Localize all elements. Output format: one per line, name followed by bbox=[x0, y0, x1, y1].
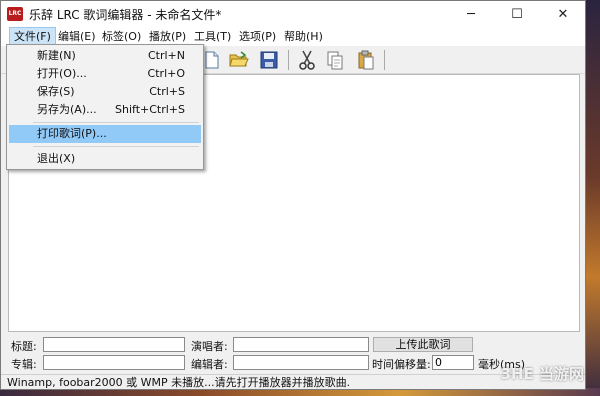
menu-options[interactable]: 选项(P) bbox=[235, 28, 280, 46]
artist-input[interactable] bbox=[233, 337, 369, 352]
file-menu-dropdown: 新建(N) Ctrl+N 打开(O)... Ctrl+O 保存(S) Ctrl+… bbox=[6, 44, 204, 170]
menu-item-label: 打开(O)... bbox=[37, 67, 87, 80]
new-file-icon[interactable] bbox=[201, 49, 223, 71]
editor-name-input[interactable] bbox=[233, 355, 369, 370]
upload-lyrics-button[interactable]: 上传此歌词 bbox=[373, 337, 473, 352]
title-bar: LRC 乐辞 LRC 歌词编辑器 - 未命名文件* ─ ☐ ✕ bbox=[1, 1, 585, 28]
status-bar: Winamp, foobar2000 或 WMP 未播放...请先打开播放器并播… bbox=[1, 374, 585, 391]
menu-help[interactable]: 帮助(H) bbox=[280, 28, 327, 46]
menu-item-print-lyrics[interactable]: 打印歌词(P)... bbox=[9, 125, 201, 143]
minimize-button[interactable]: ─ bbox=[449, 1, 493, 28]
toolbar-separator bbox=[288, 50, 289, 70]
title-label: 标题: bbox=[11, 340, 37, 353]
album-label: 专辑: bbox=[11, 358, 37, 371]
menu-item-shortcut: Ctrl+N bbox=[147, 49, 185, 62]
menu-item-label: 退出(X) bbox=[37, 152, 76, 165]
window-title: 乐辞 LRC 歌词编辑器 - 未命名文件* bbox=[29, 8, 222, 22]
site-watermark: 3HE 当游网 bbox=[500, 365, 584, 383]
editor-name-label: 编辑者: bbox=[191, 358, 228, 371]
cut-scissors-icon[interactable] bbox=[296, 49, 318, 71]
menu-item-shortcut: Ctrl+S bbox=[149, 85, 185, 98]
menu-item-label: 打印歌词(P)... bbox=[37, 127, 107, 140]
toolbar-separator bbox=[384, 50, 385, 70]
maximize-button[interactable]: ☐ bbox=[495, 1, 539, 28]
menu-separator bbox=[33, 146, 199, 147]
menu-item-shortcut: Ctrl+O bbox=[147, 67, 185, 80]
menu-item-save[interactable]: 保存(S) Ctrl+S bbox=[9, 83, 201, 101]
menu-item-label: 新建(N) bbox=[37, 49, 76, 62]
artist-label: 演唱者: bbox=[191, 340, 228, 353]
menu-item-save-as[interactable]: 另存为(A)... Shift+Ctrl+S bbox=[9, 101, 201, 119]
offset-input[interactable] bbox=[432, 355, 474, 370]
menu-item-new[interactable]: 新建(N) Ctrl+N bbox=[9, 47, 201, 65]
desktop-wallpaper bbox=[586, 0, 600, 396]
close-button[interactable]: ✕ bbox=[541, 1, 585, 28]
save-disk-icon[interactable] bbox=[258, 49, 280, 71]
offset-label: 时间偏移量: bbox=[372, 358, 431, 371]
title-input[interactable] bbox=[43, 337, 185, 352]
menu-item-exit[interactable]: 退出(X) bbox=[9, 150, 201, 168]
menu-item-shortcut: Shift+Ctrl+S bbox=[115, 103, 185, 116]
paste-icon[interactable] bbox=[355, 49, 377, 71]
menu-item-open[interactable]: 打开(O)... Ctrl+O bbox=[9, 65, 201, 83]
menu-item-label: 另存为(A)... bbox=[37, 103, 97, 116]
app-icon: LRC bbox=[7, 7, 23, 21]
album-input[interactable] bbox=[43, 355, 185, 370]
open-folder-icon[interactable] bbox=[228, 49, 250, 71]
copy-icon[interactable] bbox=[324, 49, 346, 71]
menu-item-label: 保存(S) bbox=[37, 85, 75, 98]
tag-panel: 标题: 演唱者: 上传此歌词 专辑: 编辑者: 时间偏移量: 毫秒(ms) bbox=[1, 334, 585, 374]
menu-separator bbox=[33, 122, 199, 123]
